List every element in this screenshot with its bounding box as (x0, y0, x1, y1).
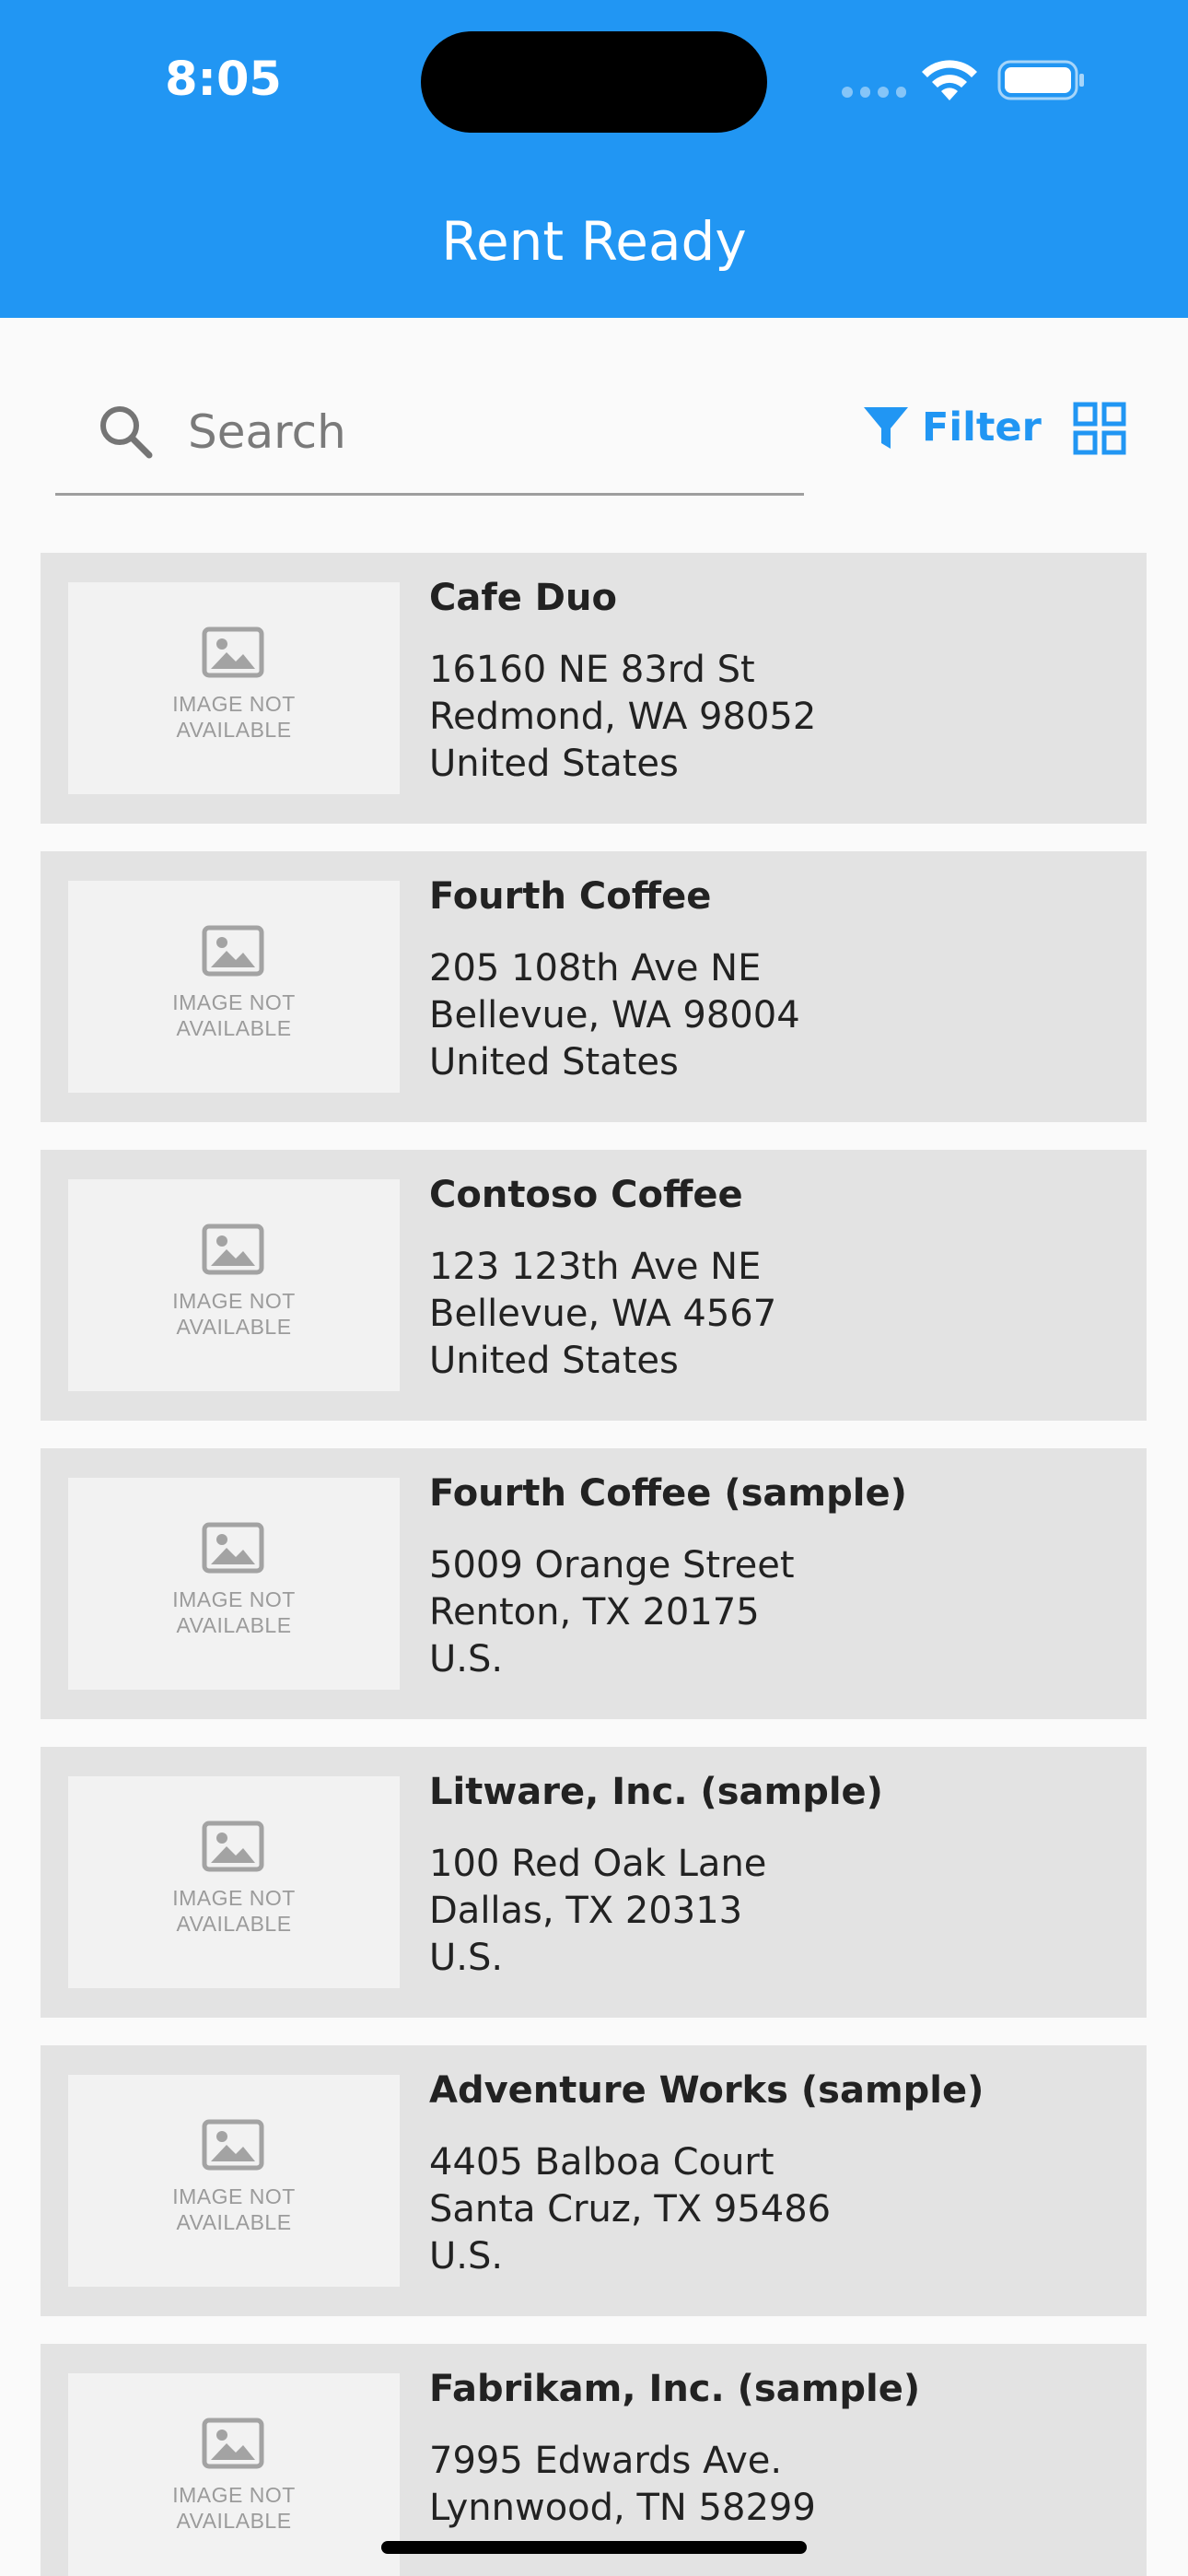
property-address: 123 123th Ave NE Bellevue, WA 4567 Unite… (429, 1246, 777, 1382)
app-title: Rent Ready (441, 210, 747, 273)
property-name: Adventure Works (sample) (429, 2069, 984, 2112)
image-not-available-text: IMAGE NOT AVAILABLE (172, 2483, 296, 2533)
wifi-icon (922, 60, 977, 100)
search-field[interactable] (55, 378, 804, 496)
filter-icon (864, 407, 908, 449)
property-image-placeholder: IMAGE NOT AVAILABLE (68, 582, 400, 794)
property-card[interactable]: IMAGE NOT AVAILABLE Contoso Coffee 123 1… (41, 1150, 1147, 1421)
property-image-placeholder: IMAGE NOT AVAILABLE (68, 1179, 400, 1391)
property-image-placeholder: IMAGE NOT AVAILABLE (68, 2373, 400, 2576)
filter-button[interactable]: Filter (861, 398, 1042, 457)
image-not-available-text: IMAGE NOT AVAILABLE (172, 2184, 296, 2234)
property-address: 5009 Orange Street Renton, TX 20175 U.S. (429, 1544, 795, 1680)
property-image-placeholder: IMAGE NOT AVAILABLE (68, 1776, 400, 1988)
image-icon (202, 626, 264, 678)
image-icon (202, 1522, 264, 1574)
filter-label: Filter (922, 404, 1042, 451)
image-icon (202, 925, 264, 977)
image-icon (202, 1224, 264, 1275)
image-not-available-text: IMAGE NOT AVAILABLE (172, 692, 296, 742)
property-image-placeholder: IMAGE NOT AVAILABLE (68, 881, 400, 1093)
image-not-available-text: IMAGE NOT AVAILABLE (172, 1587, 296, 1637)
cellular-signal-icon (842, 87, 906, 98)
property-card[interactable]: IMAGE NOT AVAILABLE Fourth Coffee (sampl… (41, 1448, 1147, 1719)
home-indicator (381, 2541, 807, 2554)
battery-icon (997, 60, 1084, 100)
property-name: Contoso Coffee (429, 1174, 743, 1216)
property-address: 4405 Balboa Court Santa Cruz, TX 95486 U… (429, 2141, 832, 2277)
property-card[interactable]: IMAGE NOT AVAILABLE Fourth Coffee 205 10… (41, 851, 1147, 1122)
image-not-available-text: IMAGE NOT AVAILABLE (172, 990, 296, 1040)
property-card[interactable]: IMAGE NOT AVAILABLE Cafe Duo 16160 NE 83… (41, 553, 1147, 824)
image-not-available-text: IMAGE NOT AVAILABLE (172, 1289, 296, 1339)
dynamic-island (421, 31, 767, 133)
grid-view-icon[interactable] (1073, 402, 1126, 455)
image-not-available-text: IMAGE NOT AVAILABLE (172, 1886, 296, 1936)
property-name: Cafe Duo (429, 577, 617, 619)
property-address: 205 108th Ave NE Bellevue, WA 98004 Unit… (429, 947, 800, 1083)
search-input[interactable] (188, 391, 777, 474)
image-icon (202, 2418, 264, 2469)
image-icon (202, 1821, 264, 1872)
property-name: Fourth Coffee (429, 875, 712, 918)
search-icon (100, 406, 153, 459)
property-name: Fourth Coffee (sample) (429, 1472, 907, 1515)
property-card[interactable]: IMAGE NOT AVAILABLE Adventure Works (sam… (41, 2045, 1147, 2316)
property-image-placeholder: IMAGE NOT AVAILABLE (68, 2075, 400, 2287)
property-name: Litware, Inc. (sample) (429, 1771, 883, 1813)
image-icon (202, 2119, 264, 2171)
property-address: 7995 Edwards Ave. Lynnwood, TN 58299 (429, 2440, 816, 2529)
property-address: 16160 NE 83rd St Redmond, WA 98052 Unite… (429, 649, 817, 785)
property-name: Fabrikam, Inc. (sample) (429, 2368, 921, 2410)
property-image-placeholder: IMAGE NOT AVAILABLE (68, 1478, 400, 1690)
property-address: 100 Red Oak Lane Dallas, TX 20313 U.S. (429, 1843, 767, 1979)
screen: 8:05 Rent Ready Filter (0, 0, 1188, 2576)
property-card[interactable]: IMAGE NOT AVAILABLE Litware, Inc. (sampl… (41, 1747, 1147, 2018)
status-bar-time: 8:05 (165, 53, 282, 107)
app-header: 8:05 Rent Ready (0, 0, 1188, 318)
